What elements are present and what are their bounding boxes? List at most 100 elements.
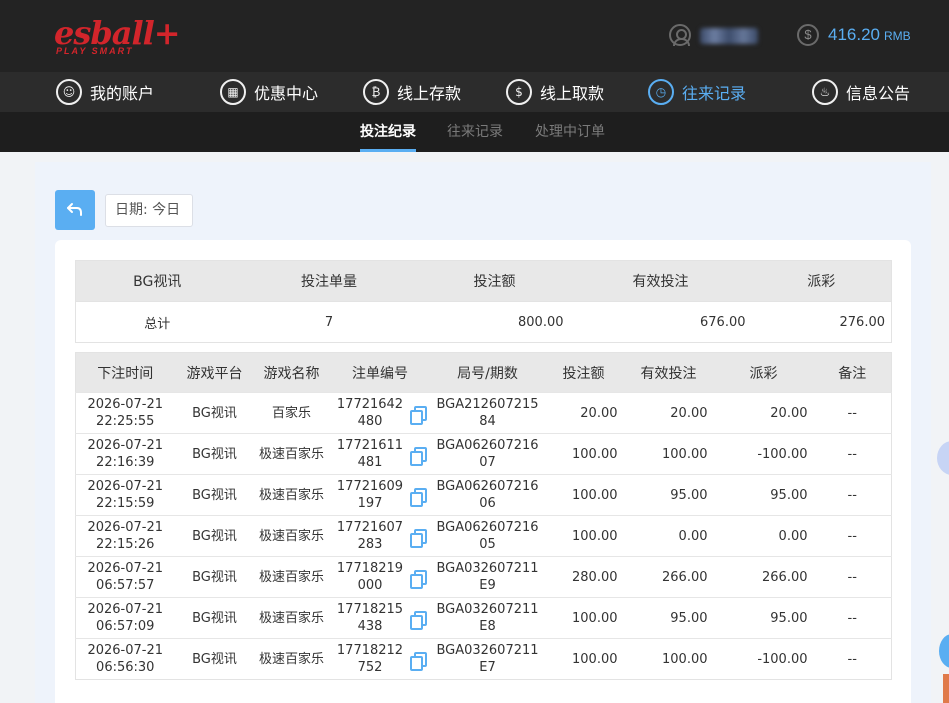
dollar-coin-icon: $ (797, 24, 819, 46)
summary-header: 投注额 (419, 260, 570, 302)
bet-no: 17721611481 (336, 438, 404, 470)
summary-bet-count: 7 (238, 301, 420, 343)
tab-transaction-records[interactable]: 往来记录 (447, 112, 503, 152)
nav-promotions[interactable]: ▦ 优惠中心 (220, 72, 318, 112)
col-header: 有效投注 (623, 352, 714, 393)
nav-announcements[interactable]: ♨ 信息公告 (812, 72, 910, 112)
bet-date: 2026-07-21 (87, 643, 164, 658)
summary-header: 投注单量 (238, 260, 420, 302)
round-no: BGA06260721605 (436, 520, 539, 552)
game-name-cell: 极速百家乐 (254, 556, 329, 598)
payout-cell: 95.00 (713, 474, 814, 516)
col-header: 游戏平台 (174, 352, 255, 393)
payout-cell: 266.00 (713, 556, 814, 598)
nav-my-account[interactable]: ☺ 我的账户 (56, 72, 154, 112)
tab-bet-records[interactable]: 投注纪录 (360, 112, 416, 152)
note-cell: -- (813, 474, 892, 516)
bet-no-cell: 17718212752 (328, 638, 432, 680)
round-no: BGA21260721584 (436, 397, 539, 429)
back-button[interactable] (55, 190, 95, 230)
bet-time: 06:57:09 (96, 619, 155, 634)
bet-amount-cell: 100.00 (543, 597, 624, 639)
bet-amount-cell: 100.00 (543, 515, 624, 557)
bet-time-cell: 2026-07-21 22:15:26 (75, 515, 175, 557)
user-icon: ☺ (56, 79, 82, 105)
note-cell: -- (813, 515, 892, 557)
bet-amount-cell: 20.00 (543, 392, 624, 434)
side-float-button[interactable] (937, 441, 949, 475)
side-gift-tab[interactable] (943, 674, 949, 703)
date-filter[interactable]: 日期: 今日 (105, 194, 193, 227)
tab-pending-orders[interactable]: 处理中订单 (535, 112, 605, 152)
valid-bet-cell: 95.00 (623, 597, 714, 639)
nav-deposit[interactable]: ₿ 线上存款 (363, 72, 461, 112)
bet-date: 2026-07-21 (87, 438, 164, 453)
back-arrow-icon (67, 203, 82, 216)
copy-icon[interactable] (410, 528, 427, 548)
copy-icon[interactable] (410, 569, 427, 589)
record-icon: ◷ (648, 79, 674, 105)
main-nav: ☺ 我的账户 ▦ 优惠中心 ₿ 线上存款 $ 线上取款 ◷ 往来记录 ♨ 信息公… (0, 72, 949, 112)
game-name-cell: 极速百家乐 (254, 433, 329, 475)
copy-icon[interactable] (410, 446, 427, 466)
round-cell: BGA032607211E9 (431, 556, 544, 598)
round-no: BGA032607211E9 (436, 561, 539, 593)
col-header: 备注 (813, 352, 892, 393)
round-cell: BGA06260721606 (431, 474, 544, 516)
note-cell: -- (813, 597, 892, 639)
note-cell: -- (813, 556, 892, 598)
copy-icon[interactable] (410, 405, 427, 425)
bet-no-cell: 17721607283 (328, 515, 432, 557)
esball-logo[interactable]: esball+ PLAY SMART (54, 14, 181, 58)
side-chat-button[interactable] (939, 634, 949, 668)
round-cell: BGA032607211E7 (431, 638, 544, 680)
bet-no-cell: 17721609197 (328, 474, 432, 516)
bet-time-cell: 2026-07-21 06:57:09 (75, 597, 175, 639)
bet-no: 17721607283 (336, 520, 404, 552)
copy-icon[interactable] (410, 610, 427, 630)
round-no: BGA06260721607 (436, 438, 539, 470)
copy-icon[interactable] (410, 651, 427, 671)
bet-time: 22:25:55 (96, 414, 155, 429)
table-row: 2026-07-21 06:57:57 BG视讯 极速百家乐 17718219000 BG… (75, 556, 892, 598)
top-bar: esball+ PLAY SMART $ 416.20 RMB (0, 0, 949, 72)
game-name-cell: 极速百家乐 (254, 474, 329, 516)
payout-cell: 20.00 (713, 392, 814, 434)
bet-time-cell: 2026-07-21 22:25:55 (75, 392, 175, 434)
round-cell: BGA06260721605 (431, 515, 544, 557)
nav-label: 线上存款 (397, 84, 462, 103)
bet-date: 2026-07-21 (87, 561, 164, 576)
note-cell: -- (813, 433, 892, 475)
records-header-row: 下注时间 游戏平台 游戏名称 注单编号 局号/期数 投注额 有效投注 派彩 备注 (75, 352, 892, 393)
valid-bet-cell: 95.00 (623, 474, 714, 516)
copy-icon[interactable] (410, 487, 427, 507)
balance-amount: 416.20 (828, 25, 880, 44)
bet-time-cell: 2026-07-21 22:16:39 (75, 433, 175, 475)
bet-no: 17718212752 (336, 643, 404, 675)
table-row: 2026-07-21 22:25:55 BG视讯 百家乐 17721642480 BGA2… (75, 392, 892, 434)
platform-cell: BG视讯 (174, 597, 255, 639)
table-row: 2026-07-21 06:56:30 BG视讯 极速百家乐 17718212752 BG… (75, 638, 892, 680)
sub-nav: 投注纪录 往来记录 处理中订单 (0, 112, 949, 152)
bet-amount-cell: 100.00 (543, 638, 624, 680)
bet-date: 2026-07-21 (87, 520, 164, 535)
valid-bet-cell: 100.00 (623, 433, 714, 475)
col-header: 下注时间 (75, 352, 175, 393)
summary-header: BG视讯 (75, 260, 239, 302)
summary-row: 总计 7 800.00 676.00 276.00 (75, 301, 892, 343)
bet-no: 17721642480 (336, 397, 404, 429)
platform-cell: BG视讯 (174, 556, 255, 598)
nav-records[interactable]: ◷ 往来记录 (648, 72, 746, 112)
table-row: 2026-07-21 22:16:39 BG视讯 极速百家乐 17721611481 BG… (75, 433, 892, 475)
table-row: 2026-07-21 22:15:59 BG视讯 极速百家乐 17721609197 BG… (75, 474, 892, 516)
round-no: BGA032607211E8 (436, 602, 539, 634)
user-icon[interactable] (669, 24, 691, 46)
nav-label: 我的账户 (90, 84, 155, 103)
col-header: 派彩 (713, 352, 814, 393)
table-row: 2026-07-21 06:57:09 BG视讯 极速百家乐 17718215438 BG… (75, 597, 892, 639)
nav-withdraw[interactable]: $ 线上取款 (506, 72, 604, 112)
platform-cell: BG视讯 (174, 433, 255, 475)
bet-time: 22:15:59 (96, 496, 155, 511)
bell-icon: ♨ (812, 79, 838, 105)
gift-icon: ▦ (220, 79, 246, 105)
